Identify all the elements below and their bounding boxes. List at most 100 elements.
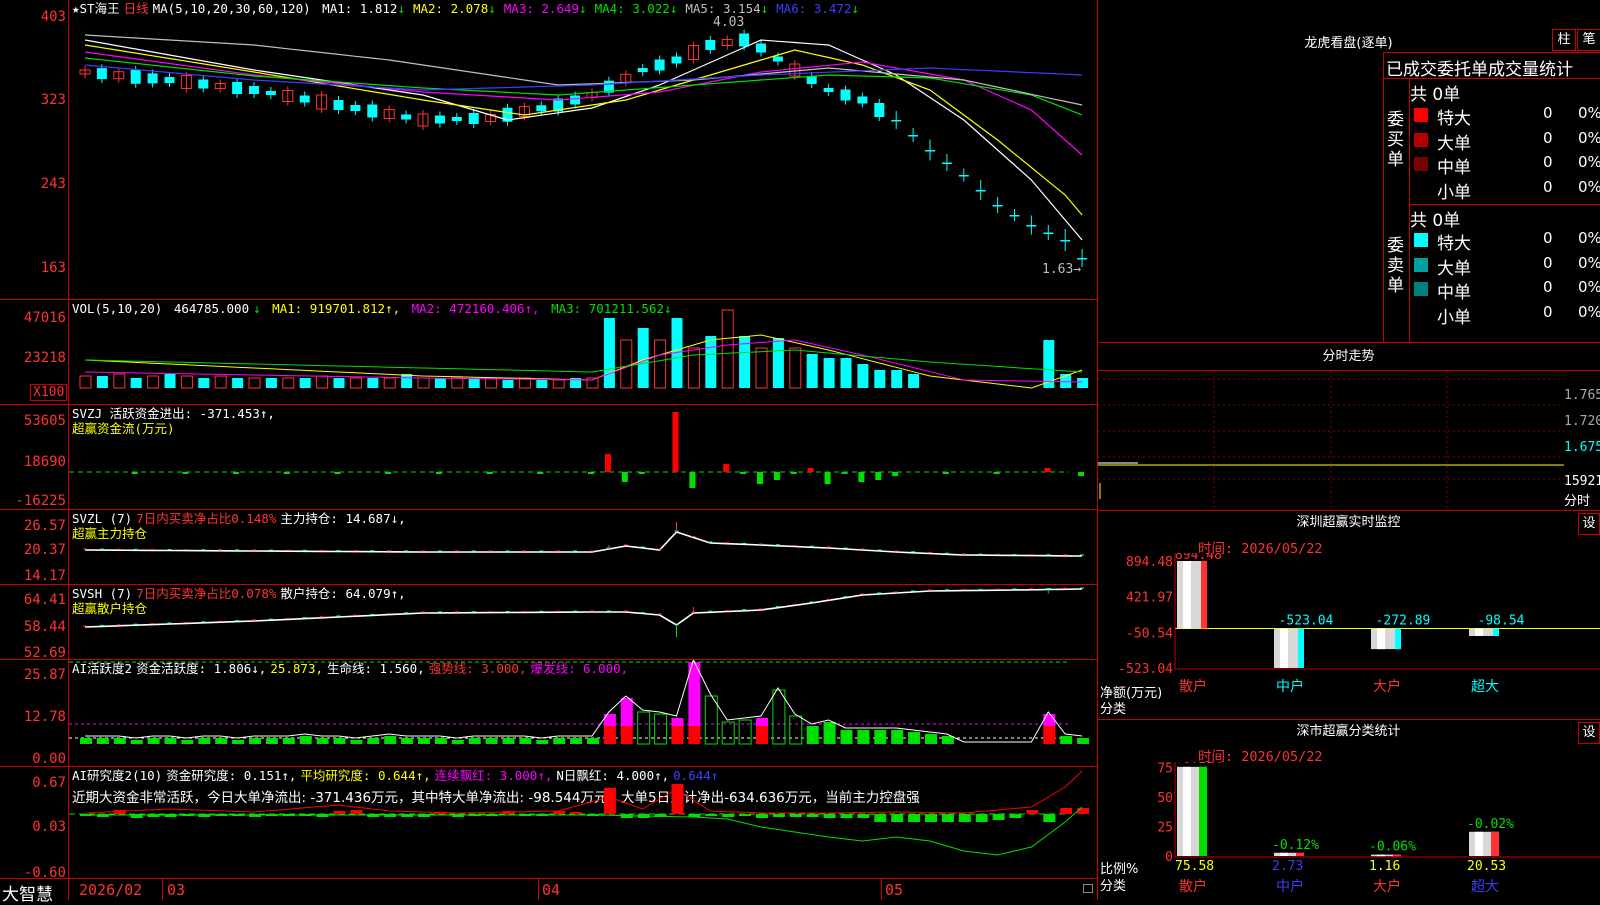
candle-body [1060,240,1071,242]
activity-bar [198,738,211,744]
activity-bar [130,740,143,744]
ma-line [84,51,1083,156]
lock-icon[interactable] [1083,884,1093,893]
candle-body [772,56,783,62]
order-swatch [1414,306,1428,321]
ai1-y-tick: 25.87 [23,667,66,683]
volume-bar [147,375,160,389]
classify-bar-chart[interactable]: 75 50 25 0 +0.21% 75.58 散户 -0.12% 2.73 中户 -0.06% 1.… [1097,762,1600,900]
volume-bar [401,374,413,388]
order-swatch [1414,257,1428,272]
activity-bar [519,738,532,744]
candle-body [147,73,158,84]
research-bar [840,814,853,818]
classify-y-tick: 0 [1165,850,1173,865]
candle-body [130,69,141,84]
fund-flow-bar [182,472,189,474]
fund-flow-bar [334,472,341,474]
candle-body [941,162,952,164]
intraday-chart[interactable] [1098,371,1564,508]
activity-bar [671,726,684,744]
monitor-bar-chart[interactable]: 894.48 421.97 -50.54 -523.04 894.48 散户 -523.04… [1097,553,1600,718]
svsh-chart[interactable] [69,585,1097,659]
classify-delta: -0.06% [1369,840,1416,855]
research-bar [958,814,971,822]
fund-flow-bar [131,472,138,474]
classify-bar-shine [1377,854,1385,857]
svsh-y-tick: 64.41 [23,592,66,608]
fund-flow-bar [875,472,882,480]
fund-flow-bar [858,472,865,482]
candle-body [671,56,682,64]
volume-bar [637,328,649,388]
fund-flow-bar [942,472,949,474]
volume-bar [282,377,295,389]
svzj-chart[interactable] [69,405,1097,509]
volume-bar [198,378,210,388]
activity-bar [756,718,768,726]
research-bar [925,814,937,822]
monitor-bar-shine [1475,628,1483,636]
activity-bar [1077,738,1090,744]
activity-bar [1060,736,1073,744]
monitor-y-tick: 421.97 [1126,591,1173,606]
activity-bar [468,738,481,744]
fund-flow-bar [588,472,594,474]
activity-bar [282,738,295,744]
order-name: 小单 [1437,307,1471,328]
volume-bar [130,378,142,388]
monitor-y-tick: -523.04 [1118,662,1173,677]
monitor-bar-label: 894.48 [1175,553,1222,563]
activity-bar [772,689,786,745]
volume-bar [265,378,277,388]
order-name: 特大 [1437,234,1471,254]
candle-body [249,86,259,94]
candle-body [570,95,581,105]
ai-research-chart[interactable] [69,767,1097,878]
activity-bar [840,730,853,744]
fund-flow-bar [807,468,814,472]
candle-body [874,103,885,117]
volume-bar [1077,378,1089,388]
ai-activity-chart[interactable] [69,660,1097,766]
monitor-settings-button[interactable]: 设 [1578,513,1600,535]
fund-flow-bar [435,472,442,474]
research-bar [1043,814,1056,822]
ai2-y-tick: -0.60 [23,865,66,881]
activity-bar [941,736,954,744]
volume-bar [451,377,464,389]
fund-flow-bar [672,412,679,472]
activity-bar [299,736,312,744]
order-swatch [1414,157,1428,171]
classify-category: 散户 [1179,878,1207,895]
order-vol: 0 [1543,177,1553,196]
candle-body [823,88,834,92]
fund-flow-bar [537,472,544,474]
main-y-tick: 323 [40,92,66,108]
volume-chart[interactable] [69,300,1097,404]
sell-total: 共 0单 [1410,211,1461,231]
order-vol: 0 [1543,153,1553,171]
tick-mode-button[interactable]: 笔 [1577,29,1600,51]
x-tick: 03 [167,881,186,899]
bar-mode-button[interactable]: 柱 [1552,29,1576,51]
classify-y-tick: 50 [1157,791,1173,806]
candle-body [198,79,209,89]
volume-bar [164,374,176,388]
svsh-y-tick: 58.44 [23,619,66,635]
volume-bar [603,318,615,388]
activity-bar [756,726,768,744]
activity-bar [249,738,261,744]
svzl-chart[interactable] [69,510,1097,584]
research-bar [908,814,921,822]
activity-bar [603,726,616,744]
classify-settings-button[interactable]: 设 [1578,722,1600,744]
intraday-vol-unit: 分时 [1564,494,1591,509]
intraday-title: 分时走势 [1322,349,1375,364]
monitor-category: 散户 [1179,678,1207,695]
volume-bar [654,339,667,389]
candlestick-chart[interactable] [69,0,1097,299]
fund-flow-bar [604,454,611,472]
intraday-price: 1.720 [1564,414,1600,429]
vol-ma-line [84,349,1083,373]
